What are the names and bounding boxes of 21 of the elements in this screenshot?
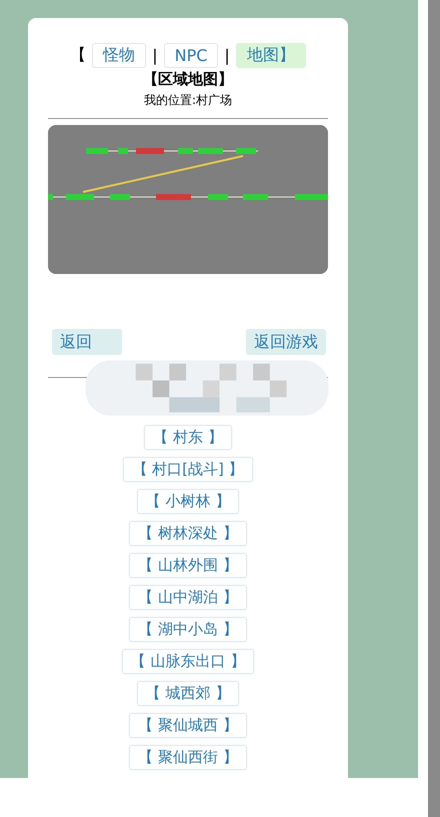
return-game-button[interactable]: 返回游戏 [246, 329, 326, 355]
bracket-text: 【 [70, 44, 86, 66]
place-button[interactable]: 【 山中湖泊 】 [129, 585, 247, 610]
separator-text: | [224, 46, 230, 64]
place-button[interactable]: 【 村口[战斗] 】 [123, 457, 253, 482]
place-button[interactable]: 【 湖中小岛 】 [129, 617, 247, 642]
tab[interactable]: NPC [164, 42, 218, 68]
place-button[interactable]: 【 山脉东出口 】 [122, 649, 254, 674]
location-text: 我的位置:村广场 [144, 92, 232, 109]
section-title: 【区域地图】 [143, 70, 233, 89]
place-button[interactable]: 【 城西郊 】 [136, 681, 240, 706]
tab[interactable]: 怪物 [92, 42, 146, 68]
separator-text: | [152, 46, 158, 64]
tab[interactable]: 地图】 [236, 42, 306, 68]
place-button[interactable]: 【 小树林 】 [136, 489, 240, 514]
place-button[interactable]: 【 村东 】 [144, 425, 232, 450]
place-button[interactable]: 【 树林深处 】 [129, 521, 247, 546]
place-button[interactable]: 【 聚仙城西 】 [129, 713, 247, 738]
back-button[interactable]: 返回 [52, 329, 122, 355]
place-button[interactable]: 【 山林外围 】 [129, 553, 247, 578]
place-button[interactable]: 【 聚仙西街 】 [129, 745, 247, 770]
